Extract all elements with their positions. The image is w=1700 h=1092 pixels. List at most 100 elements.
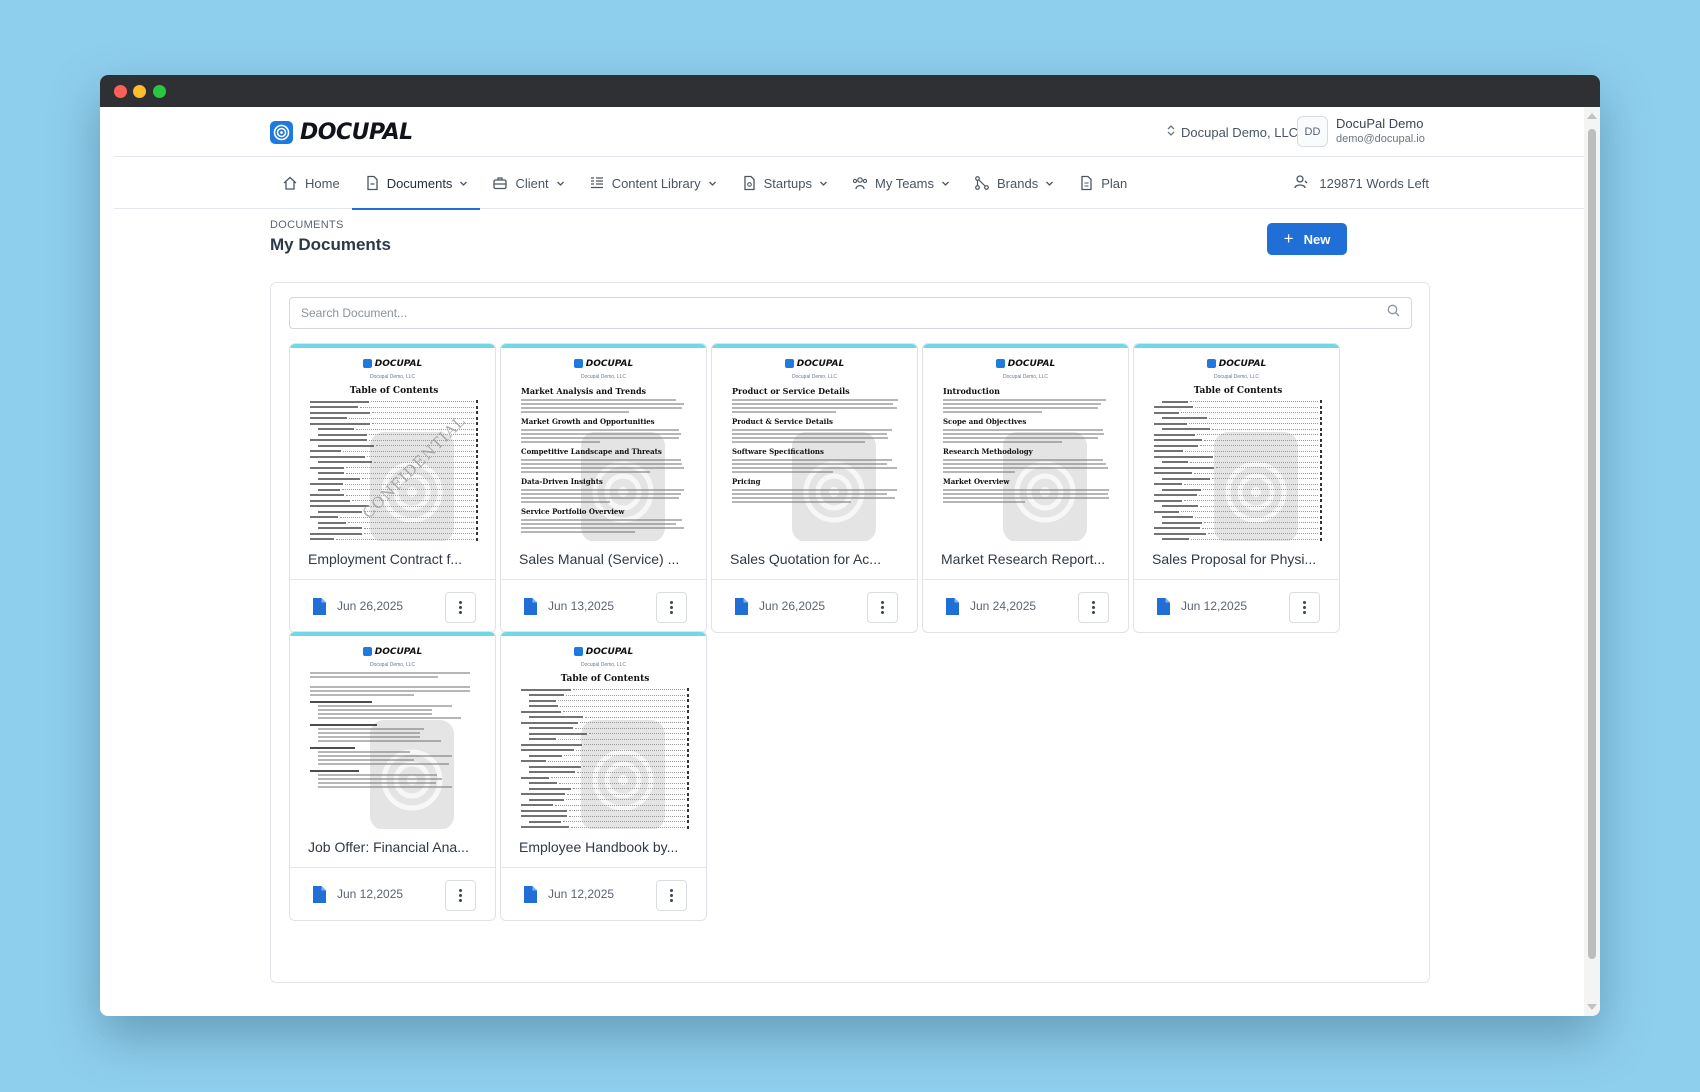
document-title[interactable]: Market Research Report... bbox=[941, 551, 1121, 567]
document-title[interactable]: Employment Contract f... bbox=[308, 551, 488, 567]
document-thumbnail[interactable]: DOCUPAL Docupal Demo, LLC Table of Content… bbox=[501, 632, 706, 829]
thumbnail-company: Docupal Demo, LLC bbox=[369, 662, 416, 668]
scroll-down-arrow-icon[interactable] bbox=[1587, 1004, 1597, 1010]
user-email: demo@docupal.io bbox=[1336, 133, 1425, 145]
thumbnail-section-heading: Market Overview bbox=[943, 477, 1010, 486]
nav-item-content-library[interactable]: Content Library bbox=[577, 157, 729, 209]
document-title[interactable]: Sales Manual (Service) ... bbox=[519, 551, 699, 567]
document-thumbnail[interactable]: DOCUPAL Docupal Demo, LLC Market Analysis … bbox=[501, 344, 706, 541]
document-icon bbox=[364, 175, 380, 191]
document-thumbnail[interactable]: DOCUPAL Docupal Demo, LLC Product or Servi… bbox=[712, 344, 917, 541]
avatar[interactable]: DD bbox=[1297, 116, 1328, 147]
document-date: Jun 12,2025 bbox=[1181, 599, 1248, 613]
thumbnail-company: Docupal Demo, LLC bbox=[1002, 374, 1049, 380]
nav-item-brands[interactable]: Brands bbox=[962, 157, 1066, 209]
minimize-window-button[interactable] bbox=[133, 85, 146, 98]
nav-item-startups[interactable]: Startups bbox=[729, 157, 840, 209]
document-thumbnail[interactable]: DOCUPAL Docupal Demo, LLC Introduction Scop… bbox=[923, 344, 1128, 541]
thumbnail-section-heading: Product & Service Details bbox=[732, 417, 833, 426]
document-thumbnail[interactable]: DOCUPAL Docupal Demo, LLC Table of Content… bbox=[1134, 344, 1339, 541]
card-footer: Jun 12,2025 bbox=[1134, 579, 1339, 632]
document-date: Jun 12,2025 bbox=[337, 887, 404, 901]
thumbnail-company: Docupal Demo, LLC bbox=[369, 374, 416, 380]
docupal-logo-icon bbox=[362, 647, 372, 656]
document-card[interactable]: DOCUPAL Docupal Demo, LLC Product or Servi… bbox=[711, 343, 918, 633]
briefcase-icon bbox=[492, 175, 508, 191]
close-window-button[interactable] bbox=[114, 85, 127, 98]
document-date: Jun 26,2025 bbox=[337, 599, 404, 613]
main-navigation: Home Documents Client Content Library Startu… bbox=[114, 157, 1584, 210]
nav-item-my-teams[interactable]: My Teams bbox=[840, 157, 962, 209]
more-options-icon[interactable] bbox=[1289, 592, 1320, 623]
maximize-window-button[interactable] bbox=[153, 85, 166, 98]
document-card[interactable]: DOCUPAL Docupal Demo, LLC Table of Content… bbox=[289, 343, 496, 633]
brand-logo[interactable]: DOCUPAL bbox=[270, 120, 413, 145]
thumbnail-section-heading: Data-Driven Insights bbox=[521, 477, 603, 486]
document-card[interactable]: DOCUPAL Docupal Demo, LLC Market Analysis … bbox=[500, 343, 707, 633]
document-card[interactable]: DOCUPAL Docupal Demo, LLC Job Offer: Finan… bbox=[289, 631, 496, 921]
more-options-icon[interactable] bbox=[656, 592, 687, 623]
document-date: Jun 26,2025 bbox=[759, 599, 826, 613]
more-options-icon[interactable] bbox=[1078, 592, 1109, 623]
library-icon bbox=[589, 175, 605, 191]
thumbnail-logo: DOCUPAL Docupal Demo, LLC bbox=[712, 355, 917, 380]
document-title[interactable]: Sales Quotation for Ac... bbox=[730, 551, 910, 567]
window-titlebar bbox=[100, 75, 1600, 107]
user-name: DocuPal Demo bbox=[1336, 116, 1424, 131]
search-icon[interactable] bbox=[1387, 304, 1400, 322]
page-viewport: DOCUPAL Docupal Demo, LLC DD DocuPal Dem… bbox=[100, 107, 1600, 1016]
document-date: Jun 13,2025 bbox=[548, 599, 615, 613]
thumbnail-content: Table of Contents bbox=[310, 382, 478, 541]
nav-item-label: Client bbox=[515, 175, 549, 191]
file-icon bbox=[313, 886, 326, 903]
file-icon bbox=[946, 598, 959, 615]
nav-items: Home Documents Client Content Library Startu… bbox=[270, 157, 1139, 210]
thumbnail-logo: DOCUPAL Docupal Demo, LLC bbox=[501, 643, 706, 668]
more-options-icon[interactable] bbox=[445, 880, 476, 911]
docupal-logo-icon bbox=[573, 359, 583, 368]
document-title[interactable]: Sales Proposal for Physi... bbox=[1152, 551, 1332, 567]
thumbnail-brand: DOCUPAL bbox=[585, 358, 634, 369]
chevron-down-icon bbox=[459, 179, 468, 188]
nav-item-plan[interactable]: Plan bbox=[1066, 157, 1139, 209]
nav-item-home[interactable]: Home bbox=[270, 157, 352, 209]
document-card[interactable]: DOCUPAL Docupal Demo, LLC Introduction Scop… bbox=[922, 343, 1129, 633]
docupal-logo-icon bbox=[1206, 359, 1216, 368]
scroll-up-arrow-icon[interactable] bbox=[1587, 113, 1597, 119]
document-card[interactable]: DOCUPAL Docupal Demo, LLC Table of Content… bbox=[1133, 343, 1340, 633]
document-thumbnail[interactable]: DOCUPAL Docupal Demo, LLC Table of Content… bbox=[290, 344, 495, 541]
top-header: DOCUPAL Docupal Demo, LLC DD DocuPal Dem… bbox=[114, 107, 1584, 157]
nav-item-documents[interactable]: Documents bbox=[351, 157, 481, 210]
app-root: DOCUPAL Docupal Demo, LLC DD DocuPal Dem… bbox=[114, 107, 1584, 1016]
more-options-icon[interactable] bbox=[656, 880, 687, 911]
words-left-text: 129871 Words Left bbox=[1319, 176, 1429, 191]
thumbnail-content: Product or Service Details Product & Serv… bbox=[732, 382, 900, 505]
vertical-scrollbar[interactable] bbox=[1584, 107, 1600, 1016]
thumbnail-content: Market Analysis and Trends Market Growth … bbox=[521, 382, 689, 535]
document-thumbnail[interactable]: DOCUPAL Docupal Demo, LLC bbox=[290, 632, 495, 829]
docupal-logo-icon bbox=[362, 359, 372, 368]
user-info[interactable]: DocuPal Demo demo@docupal.io bbox=[1336, 116, 1425, 145]
card-footer: Jun 12,2025 bbox=[290, 867, 495, 920]
scrollbar-thumb[interactable] bbox=[1588, 129, 1596, 959]
more-options-icon[interactable] bbox=[867, 592, 898, 623]
search-input[interactable] bbox=[301, 306, 1387, 320]
search-box[interactable] bbox=[289, 297, 1412, 329]
thumbnail-section-heading: Scope and Objectives bbox=[943, 417, 1027, 426]
documents-panel: DOCUPAL Docupal Demo, LLC Table of Content… bbox=[270, 282, 1430, 983]
document-card[interactable]: DOCUPAL Docupal Demo, LLC Table of Content… bbox=[500, 631, 707, 921]
thumbnail-logo: DOCUPAL Docupal Demo, LLC bbox=[923, 355, 1128, 380]
words-credit-icon bbox=[1293, 174, 1309, 193]
chevron-down-icon bbox=[556, 179, 565, 188]
more-options-icon[interactable] bbox=[445, 592, 476, 623]
browser-window: DOCUPAL Docupal Demo, LLC DD DocuPal Dem… bbox=[100, 75, 1600, 1016]
nav-item-label: Documents bbox=[386, 175, 453, 191]
thumbnail-heading: Introduction bbox=[943, 386, 1000, 396]
new-document-button[interactable]: + New bbox=[1267, 223, 1347, 255]
nav-item-label: Brands bbox=[997, 175, 1039, 191]
nav-item-client[interactable]: Client bbox=[480, 157, 576, 209]
organization-switcher[interactable]: Docupal Demo, LLC bbox=[1167, 124, 1298, 140]
document-title[interactable]: Job Offer: Financial Ana... bbox=[308, 839, 488, 855]
card-footer: Jun 26,2025 bbox=[712, 579, 917, 632]
document-title[interactable]: Employee Handbook by... bbox=[519, 839, 699, 855]
